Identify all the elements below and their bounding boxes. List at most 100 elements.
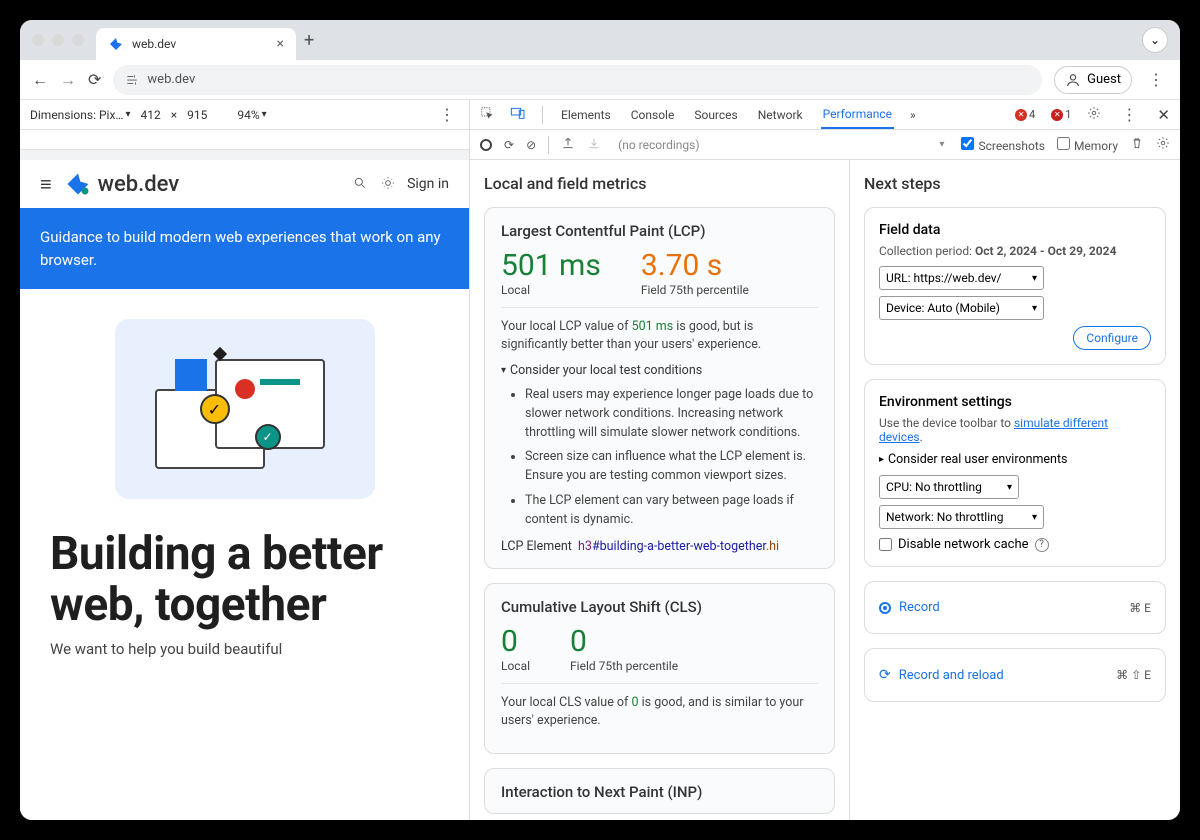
field-data-heading: Field data xyxy=(879,222,1151,238)
download-icon[interactable] xyxy=(587,136,601,153)
perf-settings-icon[interactable] xyxy=(1156,136,1170,153)
reload-button[interactable]: ⟳ xyxy=(88,70,101,89)
search-icon[interactable] xyxy=(353,175,367,194)
zoom-dropdown[interactable]: 94% xyxy=(237,108,266,122)
traffic-max[interactable] xyxy=(72,34,84,46)
field-data-card: Field data Collection period: Oct 2, 202… xyxy=(864,207,1166,365)
tab-close-icon[interactable]: × xyxy=(277,36,284,52)
device-toolbar: Dimensions: Pix… 412 × 915 94% ⋮ xyxy=(20,100,469,130)
lcp-bullets: Real users may experience longer page lo… xyxy=(501,386,818,529)
memory-checkbox[interactable]: Memory xyxy=(1057,137,1118,153)
lcp-field-value: 3.70 s xyxy=(641,248,749,283)
inp-heading: Interaction to Next Paint (INP) xyxy=(501,783,818,801)
perf-body: Local and field metrics Largest Contentf… xyxy=(470,160,1180,820)
record-toggle-icon[interactable] xyxy=(480,139,492,151)
dim-sep: × xyxy=(171,108,177,122)
metrics-column: Local and field metrics Largest Contentf… xyxy=(470,160,850,820)
guest-profile-button[interactable]: Guest xyxy=(1054,66,1132,94)
lcp-element[interactable]: LCP Element h3#building-a-better-web-tog… xyxy=(501,539,818,554)
chevron-down-icon[interactable]: ⌄ xyxy=(1142,27,1168,53)
cls-field-value: 0 xyxy=(570,624,678,659)
error-count-badge[interactable]: ✕4 xyxy=(1015,108,1035,121)
lcp-summary-toggle[interactable]: Consider your local test conditions xyxy=(501,363,818,378)
url-text: web.dev xyxy=(147,72,195,87)
lcp-description: Your local LCP value of 501 ms is good, … xyxy=(501,307,818,353)
lcp-heading: Largest Contentful Paint (LCP) xyxy=(501,222,818,240)
devtools-panel: Elements Console Sources Network Perform… xyxy=(470,100,1180,820)
record-reload-card: ⟳ Record and reload ⌘ ⇧ E xyxy=(864,648,1166,702)
tab-network[interactable]: Network xyxy=(756,102,805,128)
device-select[interactable]: Device: Auto (Mobile) xyxy=(879,296,1044,320)
theme-toggle-icon[interactable] xyxy=(381,175,395,194)
lcp-bullet: The LCP element can vary between page lo… xyxy=(525,492,818,530)
disable-cache-checkbox[interactable] xyxy=(879,538,892,551)
url-bar: ← → ⟳ web.dev Guest ⋮ xyxy=(20,60,1180,100)
lcp-local-value: 501 ms xyxy=(501,248,601,283)
url-select[interactable]: URL: https://web.dev/ xyxy=(879,266,1044,290)
reload-icon: ⟳ xyxy=(879,667,891,683)
new-tab-button[interactable]: + xyxy=(304,30,314,51)
titlebar: web.dev × + ⌄ xyxy=(20,20,1180,60)
lcp-bullet: Real users may experience longer page lo… xyxy=(525,386,818,442)
settings-icon[interactable] xyxy=(1087,106,1101,123)
viewport-width[interactable]: 412 xyxy=(140,108,160,122)
traffic-lights xyxy=(32,34,84,46)
env-details-toggle[interactable]: Consider real user environments xyxy=(879,452,1151,467)
lcp-field-label: Field 75th percentile xyxy=(641,283,749,297)
favicon-icon xyxy=(108,36,124,52)
garbage-collect-icon[interactable] xyxy=(1130,136,1144,153)
person-icon xyxy=(1065,72,1081,88)
tab-title: web.dev xyxy=(132,37,176,51)
hero-title: Building a better web, together xyxy=(20,509,469,640)
inspect-icon[interactable] xyxy=(480,106,494,123)
signin-link[interactable]: Sign in xyxy=(407,176,449,192)
reload-record-icon[interactable]: ⟳ xyxy=(504,138,514,152)
inp-card: Interaction to Next Paint (INP) xyxy=(484,768,835,814)
env-settings-card: Environment settings Use the device tool… xyxy=(864,379,1166,567)
content-area: Dimensions: Pix… 412 × 915 94% ⋮ ≡ web.d… xyxy=(20,100,1180,820)
devtools-close-icon[interactable]: ✕ xyxy=(1157,106,1170,124)
metrics-title: Local and field metrics xyxy=(484,174,835,193)
lcp-local-label: Local xyxy=(501,283,601,297)
site-banner: Guidance to build modern web experiences… xyxy=(20,208,469,289)
warning-count-badge[interactable]: ✕1 xyxy=(1051,108,1071,121)
traffic-close[interactable] xyxy=(32,34,44,46)
device-more-icon[interactable]: ⋮ xyxy=(435,105,459,124)
record-reload-action[interactable]: ⟳ Record and reload ⌘ ⇧ E xyxy=(879,663,1151,687)
forward-button[interactable]: → xyxy=(60,70,76,90)
devtools-menu-icon[interactable]: ⋮ xyxy=(1117,105,1141,124)
tabs-overflow-icon[interactable]: » xyxy=(910,108,916,122)
omnibox[interactable]: web.dev xyxy=(113,65,1042,95)
site-logo[interactable]: web.dev xyxy=(64,170,180,198)
viewport-height[interactable]: 915 xyxy=(187,108,207,122)
next-steps-column: Next steps Field data Collection period:… xyxy=(850,160,1180,820)
help-icon[interactable]: ? xyxy=(1035,538,1049,552)
hero-illustration: ✓ ✓ xyxy=(115,319,375,499)
page-viewport: Dimensions: Pix… 412 × 915 94% ⋮ ≡ web.d… xyxy=(20,100,470,820)
cpu-select[interactable]: CPU: No throttling xyxy=(879,475,1019,499)
dimensions-dropdown[interactable]: Dimensions: Pix… xyxy=(30,108,130,122)
browser-menu-icon[interactable]: ⋮ xyxy=(1144,70,1168,89)
collection-period: Collection period: Oct 2, 2024 - Oct 29,… xyxy=(879,244,1151,258)
configure-button[interactable]: Configure xyxy=(1073,326,1151,350)
tab-console[interactable]: Console xyxy=(629,102,677,128)
device-toggle-icon[interactable] xyxy=(510,106,526,123)
tab-elements[interactable]: Elements xyxy=(559,102,613,128)
back-button[interactable]: ← xyxy=(32,70,48,90)
tab-performance[interactable]: Performance xyxy=(821,101,894,129)
clear-icon[interactable]: ⊘ xyxy=(526,138,536,152)
recording-selector[interactable]: (no recordings) xyxy=(613,135,949,155)
lcp-card: Largest Contentful Paint (LCP) 501 ms Lo… xyxy=(484,207,835,569)
tab-sources[interactable]: Sources xyxy=(692,102,739,128)
cls-card: Cumulative Layout Shift (CLS) 0 Local 0 … xyxy=(484,583,835,754)
hamburger-icon[interactable]: ≡ xyxy=(40,172,52,197)
reload-shortcut: ⌘ ⇧ E xyxy=(1116,668,1151,682)
traffic-min[interactable] xyxy=(52,34,64,46)
network-select[interactable]: Network: No throttling xyxy=(879,505,1044,529)
browser-tab[interactable]: web.dev × xyxy=(96,28,296,60)
logo-mark-icon xyxy=(64,170,92,198)
upload-icon[interactable] xyxy=(561,136,575,153)
cls-heading: Cumulative Layout Shift (CLS) xyxy=(501,598,818,616)
screenshots-checkbox[interactable]: Screenshots xyxy=(961,137,1044,153)
record-action[interactable]: Record ⌘ E xyxy=(879,596,1151,619)
